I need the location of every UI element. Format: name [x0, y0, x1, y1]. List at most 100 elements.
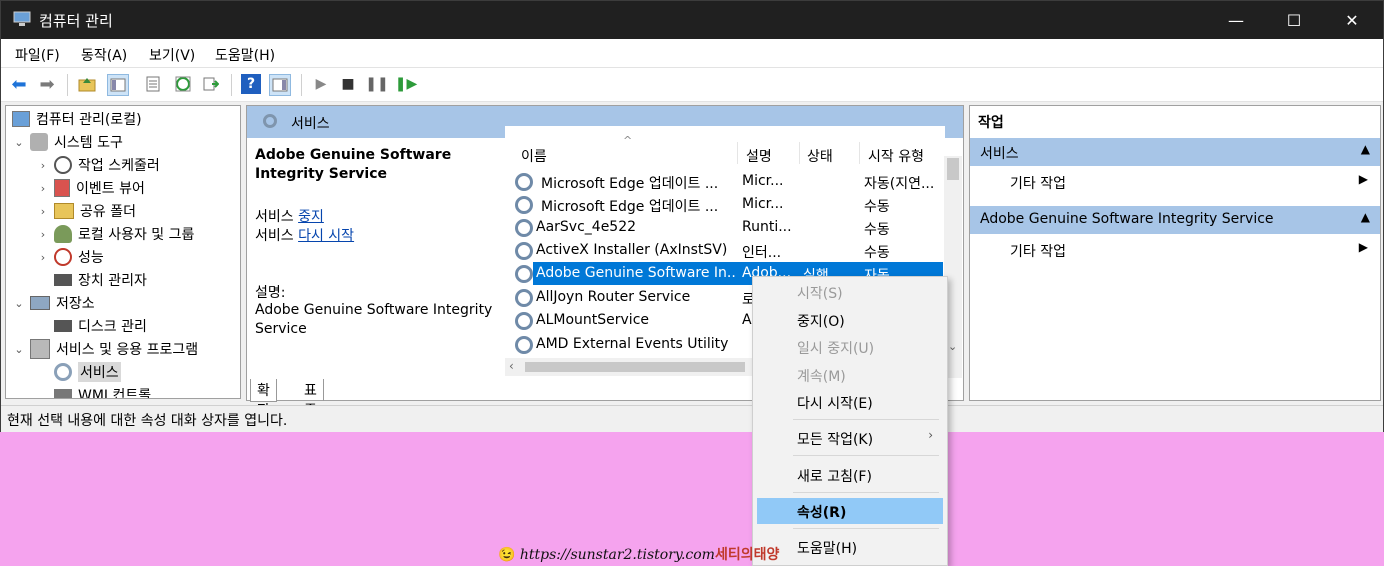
- show-hide-tree-icon[interactable]: [107, 74, 129, 96]
- tree-item-system-tools[interactable]: ⌄ 시스템 도구: [12, 131, 123, 153]
- tab-standard[interactable]: 표준: [298, 379, 324, 419]
- menu-item-restart[interactable]: 다시 시작(E): [757, 389, 943, 415]
- table-row[interactable]: Microsoft Edge 업데이트 ... Micr... 수동: [513, 193, 943, 216]
- menu-item-label: 일시 중지(U): [797, 341, 875, 357]
- service-startup-type: 자동(지연...: [864, 176, 935, 192]
- collapse-up-icon[interactable]: ▲: [1361, 142, 1370, 156]
- service-description: Micr...: [742, 173, 784, 189]
- menu-separator: [793, 528, 939, 529]
- menu-item-help[interactable]: 도움말(H): [757, 534, 943, 560]
- menu-help[interactable]: 도움말(H): [215, 45, 275, 65]
- maximize-button[interactable]: ☐: [1265, 1, 1323, 39]
- table-row[interactable]: ActiveX Installer (AxInstSV) 인터... 수동: [513, 239, 943, 262]
- tree-item-wmi-control[interactable]: WMI 컨트롤: [36, 384, 151, 398]
- performance-icon: [54, 248, 72, 266]
- column-divider[interactable]: [799, 142, 800, 164]
- menu-action[interactable]: 동작(A): [81, 45, 127, 65]
- stop-service-link[interactable]: 중지: [298, 209, 324, 225]
- show-action-pane-icon[interactable]: [269, 74, 291, 96]
- gear-icon: [515, 219, 533, 237]
- tree-item-services[interactable]: 서비스: [36, 361, 121, 383]
- tree-item-device-manager[interactable]: 장치 관리자: [36, 269, 147, 291]
- service-name: Microsoft Edge 업데이트 ...: [541, 199, 719, 215]
- minimize-button[interactable]: —: [1207, 1, 1265, 39]
- action-more-actions[interactable]: 기타 작업 ▶: [970, 168, 1380, 196]
- chevron-down-icon[interactable]: ⌄: [12, 297, 26, 310]
- chevron-right-icon[interactable]: ›: [36, 228, 50, 241]
- section-label: Adobe Genuine Software Integrity Service: [980, 211, 1274, 227]
- play-icon[interactable]: ▶: [311, 74, 331, 94]
- scroll-left-icon[interactable]: ‹: [509, 359, 514, 373]
- export-list-icon[interactable]: [201, 74, 221, 94]
- table-row[interactable]: Microsoft Edge 업데이트 ... Micr... 자동(지연...: [513, 170, 943, 193]
- tree-item-storage[interactable]: ⌄ 저장소: [12, 292, 95, 314]
- submenu-arrow-icon: ▶: [1358, 240, 1368, 254]
- tab-extended[interactable]: 확장: [250, 379, 277, 419]
- menu-item-label: 새로 고침(F): [797, 469, 872, 485]
- scrollbar-thumb[interactable]: [525, 362, 745, 372]
- menu-item-label: 다시 시작(E): [797, 396, 873, 412]
- up-folder-icon[interactable]: [77, 74, 97, 94]
- forward-arrow-icon[interactable]: ➡: [37, 74, 57, 95]
- service-description: Micr...: [742, 196, 784, 212]
- tree-item-disk-management[interactable]: 디스크 관리: [36, 315, 147, 337]
- chevron-right-icon[interactable]: ›: [36, 182, 50, 195]
- description-label: 설명:: [255, 285, 286, 301]
- menu-file[interactable]: 파일(F): [15, 45, 60, 65]
- tree-item-event-viewer[interactable]: › 이벤트 뷰어: [36, 177, 145, 199]
- menu-item-label: 시작(S): [797, 286, 843, 302]
- gear-icon: [263, 114, 277, 128]
- actions-section-services[interactable]: 서비스 ▲: [970, 138, 1380, 166]
- action-more-actions[interactable]: 기타 작업 ▶: [970, 236, 1380, 264]
- column-divider[interactable]: [859, 142, 860, 164]
- tree-item-performance[interactable]: › 성능: [36, 246, 104, 268]
- selected-service-title: Adobe Genuine Software Integrity Service: [255, 147, 452, 182]
- watermark-url: https://sunstar2.tistory.com: [519, 547, 715, 563]
- clock-icon: [54, 156, 72, 174]
- tree-item-task-scheduler[interactable]: › 작업 스케줄러: [36, 154, 160, 176]
- chevron-right-icon[interactable]: ›: [36, 251, 50, 264]
- stop-icon[interactable]: ■: [338, 74, 358, 94]
- chevron-right-icon[interactable]: ›: [36, 205, 50, 218]
- menu-item-properties[interactable]: 속성(R): [757, 498, 943, 524]
- service-description: Runti...: [742, 219, 792, 235]
- menu-item-all-tasks[interactable]: 모든 작업(K) ›: [757, 425, 943, 451]
- chevron-down-icon[interactable]: ⌄: [12, 343, 26, 356]
- pause-icon[interactable]: ❚❚: [365, 74, 388, 94]
- help-icon[interactable]: ?: [241, 74, 261, 94]
- chevron-right-icon[interactable]: ›: [36, 159, 50, 172]
- action-label: 기타 작업: [1010, 176, 1066, 192]
- collapse-up-icon[interactable]: ▲: [1361, 210, 1370, 224]
- submenu-arrow-icon: ›: [928, 428, 933, 442]
- service-name: AMD External Events Utility: [536, 336, 729, 352]
- scrollbar-thumb[interactable]: [947, 158, 959, 180]
- column-status[interactable]: 상태: [807, 146, 833, 166]
- toolbar-separator: [301, 74, 302, 96]
- actions-section-selected-service[interactable]: Adobe Genuine Software Integrity Service…: [970, 206, 1380, 234]
- column-description[interactable]: 설명: [746, 146, 772, 166]
- tree-item-computer-management[interactable]: 컴퓨터 관리(로컬): [8, 108, 142, 130]
- menu-item-pause[interactable]: 일시 중지(U): [757, 334, 943, 360]
- menu-item-refresh[interactable]: 새로 고침(F): [757, 462, 943, 488]
- back-arrow-icon[interactable]: ⬅: [9, 74, 29, 95]
- tree-item-services-applications[interactable]: ⌄ 서비스 및 응용 프로그램: [12, 338, 198, 360]
- table-row[interactable]: AarSvc_4e522 Runti... 수동: [513, 216, 943, 239]
- menu-item-resume[interactable]: 계속(M): [757, 362, 943, 388]
- tree-item-shared-folders[interactable]: › 공유 폴더: [36, 200, 136, 222]
- column-startup-type[interactable]: 시작 유형: [868, 146, 924, 166]
- close-button[interactable]: ✕: [1323, 1, 1381, 39]
- column-divider[interactable]: [737, 142, 738, 164]
- menu-view[interactable]: 보기(V): [149, 45, 195, 65]
- tree-item-local-users-groups[interactable]: › 로컬 사용자 및 그룹: [36, 223, 194, 245]
- restart-service-link[interactable]: 다시 시작: [298, 228, 354, 244]
- menu-item-stop[interactable]: 중지(O): [757, 307, 943, 333]
- properties-list-icon[interactable]: [143, 74, 163, 94]
- column-name[interactable]: 이름: [521, 146, 547, 166]
- title-bar[interactable]: 컴퓨터 관리 — ☐ ✕: [1, 1, 1383, 39]
- service-name: AllJoyn Router Service: [536, 289, 691, 305]
- refresh-icon[interactable]: [173, 74, 193, 94]
- scroll-down-icon[interactable]: ⌄: [948, 340, 957, 353]
- chevron-down-icon[interactable]: ⌄: [12, 136, 26, 149]
- menu-item-start[interactable]: 시작(S): [757, 279, 943, 305]
- restart-icon[interactable]: ❚▶: [395, 74, 418, 94]
